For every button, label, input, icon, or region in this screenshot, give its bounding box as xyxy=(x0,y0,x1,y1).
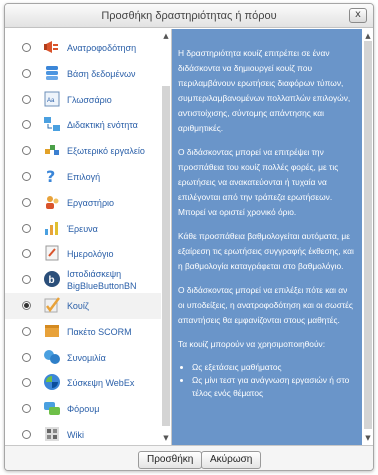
module-radio[interactable] xyxy=(22,352,31,362)
module-radio[interactable] xyxy=(22,172,31,181)
module-radio[interactable] xyxy=(22,43,31,52)
scroll-up-icon[interactable]: ▲ xyxy=(363,31,373,41)
module-item[interactable]: Εργαστήριο xyxy=(5,190,161,216)
survey-icon xyxy=(43,219,61,237)
list-item: Ως εξετάσεις μαθήματος xyxy=(192,361,356,374)
module-label: Ημερολόγιο xyxy=(67,249,114,260)
module-radio[interactable] xyxy=(22,378,31,388)
journal-icon xyxy=(43,244,61,262)
module-item[interactable]: Εξωτερικό εργαλείο xyxy=(5,138,161,164)
svg-text:?: ? xyxy=(46,167,55,185)
svg-text:Aa: Aa xyxy=(47,98,55,104)
add-button[interactable]: Προσθήκη xyxy=(138,451,203,469)
chat-icon xyxy=(43,348,61,366)
quiz-icon xyxy=(43,296,61,314)
module-item[interactable]: Σύσκεψη WebEx xyxy=(5,370,161,396)
webex-icon xyxy=(43,373,61,391)
svg-text:b: b xyxy=(49,275,55,286)
module-item[interactable]: Ανατροφοδότηση xyxy=(5,35,161,61)
wiki-icon xyxy=(43,425,61,443)
module-radio[interactable] xyxy=(22,430,31,439)
module-item[interactable]: b Ιστοδιάσκεψη BigBlueButtonBN xyxy=(5,267,161,293)
scroll-down-icon[interactable]: ▼ xyxy=(363,433,373,443)
description-paragraph: Ο διδάσκοντας μπορεί να επιτρέψει την πρ… xyxy=(178,147,339,217)
module-label: Βάση δεδομένων xyxy=(67,68,136,79)
module-list: Ανατροφοδότηση Βάση δεδομένων Aa Γλωσσάριο Δ… xyxy=(5,29,171,445)
description-paragraph: Τα κουίζ μπορούν να χρησιμοποιηθούν: xyxy=(178,339,326,349)
forum-icon xyxy=(43,399,61,417)
database-icon xyxy=(43,64,61,82)
lesson-icon xyxy=(43,115,61,133)
workshop-icon xyxy=(43,193,61,211)
module-list-scrollbar[interactable]: ▲ ▼ xyxy=(161,29,171,445)
description-paragraph: Κάθε προσπάθεια βαθμολογείται αυτόματα, … xyxy=(178,231,354,271)
module-radio[interactable] xyxy=(22,146,31,156)
scrollbar-thumb[interactable] xyxy=(162,86,170,426)
module-label: Wiki xyxy=(67,430,84,440)
description-text: Η δραστηριότητα κουίζ επιτρέπει σε έναν … xyxy=(178,46,356,400)
add-activity-dialog: Προσθήκη δραστηριότητας ή πόρου x Ανατρο… xyxy=(4,3,374,471)
module-radio[interactable] xyxy=(22,326,31,336)
module-item[interactable]: Φόρουμ xyxy=(5,396,161,422)
module-label: Εξωτερικό εργαλείο xyxy=(67,146,145,157)
glossary-icon: Aa xyxy=(43,90,61,108)
description-paragraph: Ο διδάσκοντας μπορεί να επιλέξει πότε κα… xyxy=(178,285,353,325)
module-label: Σύσκεψη WebEx xyxy=(67,378,135,389)
description-scrollbar[interactable]: ▲ ▼ xyxy=(362,29,373,445)
module-label: Πακέτο SCORM xyxy=(67,326,132,337)
module-label: Ανατροφοδότηση xyxy=(67,43,137,53)
scorm-icon xyxy=(43,322,61,340)
usage-list: Ως εξετάσεις μαθήματος Ως μίνι τεστ για … xyxy=(192,361,356,400)
module-item[interactable]: Συνομιλία xyxy=(5,345,161,371)
module-radio[interactable] xyxy=(22,404,31,414)
module-radio[interactable] xyxy=(22,197,31,207)
module-label: Κουίζ xyxy=(67,301,89,311)
module-label: Ιστοδιάσκεψη BigBlueButtonBN xyxy=(67,269,137,292)
module-label: Επιλογή xyxy=(67,172,101,182)
module-radio[interactable] xyxy=(22,301,31,310)
dialog-title: Προσθήκη δραστηριότητας ή πόρου xyxy=(101,10,277,22)
scrollbar-thumb[interactable] xyxy=(364,41,372,429)
feedback-icon xyxy=(43,38,61,56)
module-label: Εργαστήριο xyxy=(67,197,115,208)
module-radio[interactable] xyxy=(22,223,31,233)
scroll-down-icon[interactable]: ▼ xyxy=(161,433,171,443)
module-label: Γλωσσάριο xyxy=(67,94,112,105)
module-label: Διδακτική ενότητα xyxy=(67,120,138,131)
module-radio[interactable] xyxy=(22,68,31,78)
list-item: Ως μίνι τεστ για ανάγνωση εργασιών ή στο… xyxy=(192,374,356,400)
module-radio[interactable] xyxy=(22,275,31,285)
module-item[interactable]: Πακέτο SCORM xyxy=(5,319,161,345)
description-paragraph: Η δραστηριότητα κουίζ επιτρέπει σε έναν … xyxy=(178,48,351,133)
close-button[interactable]: x xyxy=(349,8,367,23)
bigbluebutton-icon: b xyxy=(43,270,61,288)
module-item[interactable]: Aa Γλωσσάριο xyxy=(5,87,161,113)
cancel-button[interactable]: Ακύρωση xyxy=(201,451,262,469)
description-pane: Η δραστηριότητα κουίζ επιτρέπει σε έναν … xyxy=(172,29,362,445)
module-item[interactable]: ? Επιλογή xyxy=(5,164,161,190)
module-item[interactable]: Ημερολόγιο xyxy=(5,241,161,267)
choice-icon: ? xyxy=(43,167,61,186)
scroll-up-icon[interactable]: ▲ xyxy=(161,31,171,41)
module-item[interactable]: Κουίζ xyxy=(5,293,161,319)
dialog-footer: Προσθήκη Ακύρωση xyxy=(5,445,373,470)
module-item[interactable]: Wiki xyxy=(5,422,161,445)
module-radio[interactable] xyxy=(22,94,31,104)
module-item[interactable]: Βάση δεδομένων xyxy=(5,61,161,87)
module-item[interactable]: Έρευνα xyxy=(5,216,161,242)
external-tool-icon xyxy=(43,141,61,159)
module-label: Φόρουμ xyxy=(67,404,100,415)
module-label: Συνομιλία xyxy=(67,352,106,363)
dialog-titlebar: Προσθήκη δραστηριότητας ή πόρου x xyxy=(5,4,373,28)
module-label: Έρευνα xyxy=(67,223,98,234)
module-radio[interactable] xyxy=(22,120,31,130)
module-item[interactable]: Διδακτική ενότητα xyxy=(5,112,161,138)
module-radio[interactable] xyxy=(22,249,31,259)
